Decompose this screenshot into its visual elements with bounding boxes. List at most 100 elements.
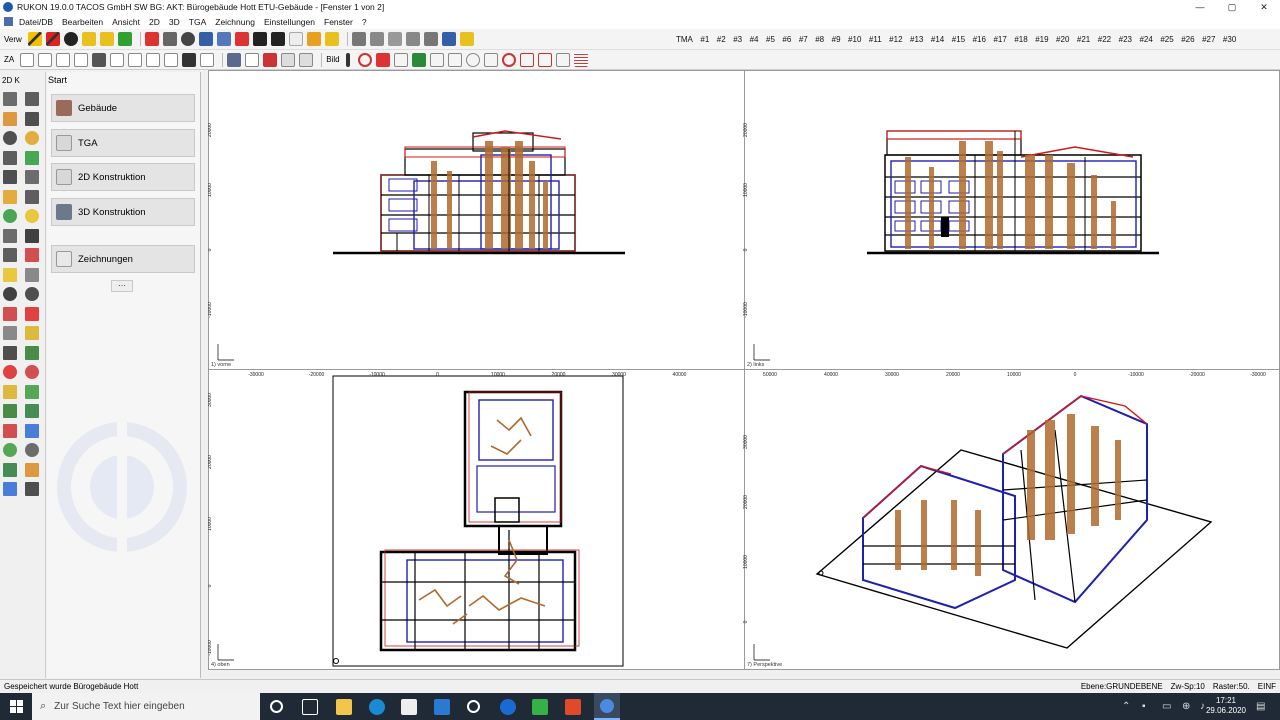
volume-icon[interactable]: ♪: [1200, 701, 1205, 712]
network-icon[interactable]: ⊕: [1182, 701, 1190, 712]
drawing-tab-n18[interactable]: #18: [1014, 35, 1027, 44]
gear-icon[interactable]: [63, 32, 78, 46]
drawing-tab-n8[interactable]: #8: [815, 35, 824, 44]
more-button[interactable]: ···: [111, 280, 133, 292]
zoom-icon[interactable]: [357, 52, 372, 67]
drawing-tab-n24[interactable]: #24: [1139, 35, 1152, 44]
eye-icon[interactable]: [180, 32, 195, 46]
2d-mode-icon[interactable]: [3, 482, 17, 496]
snap-tool-alt-icon[interactable]: [25, 345, 39, 360]
drawing-tab-n19[interactable]: #19: [1035, 35, 1048, 44]
monitor-icon[interactable]: [281, 52, 296, 67]
drawing-tab-n15[interactable]: #15: [952, 35, 965, 44]
save-icon[interactable]: [351, 32, 366, 46]
drawing-tab-n7[interactable]: #7: [799, 35, 808, 44]
magnify-icon[interactable]: [465, 52, 480, 67]
pages-icon[interactable]: [56, 52, 71, 67]
2d-mode-alt-icon[interactable]: [25, 482, 39, 496]
layers-icon[interactable]: [81, 32, 96, 46]
offset-tool-alt-icon[interactable]: [25, 209, 39, 223]
cube-icon[interactable]: [146, 52, 161, 67]
sphere-tool-alt-icon[interactable]: [25, 404, 39, 418]
frame-icon[interactable]: [20, 52, 35, 67]
circle-tool-icon[interactable]: [3, 131, 17, 145]
drawing-tab-n16[interactable]: #16: [973, 35, 986, 44]
zoom-all-icon[interactable]: [411, 52, 426, 67]
3d-construction-button[interactable]: 3D Konstruktion: [51, 198, 195, 226]
drawing-tab-n26[interactable]: #26: [1181, 35, 1194, 44]
maximize-button[interactable]: ▢: [1216, 0, 1248, 14]
drawing-tab-n1[interactable]: #1: [700, 35, 709, 44]
app-red-icon[interactable]: [565, 699, 581, 715]
viewport-top[interactable]: 4) oben: [208, 369, 745, 670]
circle-tool-alt-icon[interactable]: [25, 131, 39, 145]
delete-tool-icon[interactable]: [3, 365, 17, 379]
spell-icon[interactable]: [263, 52, 278, 67]
dimension-tool-alt-icon[interactable]: [25, 228, 39, 243]
drawing-tab-n30[interactable]: #30: [1223, 35, 1236, 44]
pie-tool-alt-icon[interactable]: [25, 423, 39, 438]
yinyang-tool-alt-icon[interactable]: [25, 384, 39, 399]
scissors-icon[interactable]: [144, 32, 159, 46]
line-yellow-icon[interactable]: [27, 32, 42, 46]
drawing-tab-n21[interactable]: #21: [1077, 35, 1090, 44]
snap-tool-icon[interactable]: [3, 345, 17, 360]
teamviewer-icon[interactable]: [500, 699, 516, 715]
pan-icon[interactable]: [393, 52, 408, 67]
app-green-icon[interactable]: [532, 699, 548, 715]
database-icon[interactable]: [198, 32, 213, 46]
drawing-tab-n12[interactable]: #12: [889, 35, 902, 44]
layer-tool-icon[interactable]: [3, 443, 17, 457]
frame-red-icon[interactable]: [519, 52, 534, 67]
move-icon[interactable]: [483, 52, 498, 67]
curve-tool-icon[interactable]: [3, 306, 17, 321]
menu-fenster[interactable]: Fenster: [324, 17, 353, 27]
drawing-tab-n14[interactable]: #14: [931, 35, 944, 44]
gebaeude-button[interactable]: Gebäude: [51, 94, 195, 122]
cross-tool-icon[interactable]: [3, 170, 17, 184]
drawing-tab-n13[interactable]: #13: [910, 35, 923, 44]
tray-chevron-icon[interactable]: ⌃: [1122, 701, 1130, 712]
text-icon[interactable]: [288, 32, 303, 46]
drawing-tab-n17[interactable]: #17: [993, 35, 1006, 44]
line-tool-alt-icon[interactable]: [25, 92, 39, 106]
menu-bearbeiten[interactable]: Bearbeiten: [62, 17, 103, 27]
mail-icon[interactable]: [434, 699, 450, 715]
zoom-fit-icon[interactable]: [447, 52, 462, 67]
raster-icon[interactable]: [573, 52, 588, 67]
close-button[interactable]: ✕: [1248, 0, 1280, 14]
db-blue-icon[interactable]: [441, 32, 456, 46]
tray-app-icon[interactable]: ▪: [1142, 701, 1146, 712]
menu-help[interactable]: ?: [362, 17, 367, 27]
curve-tool-alt-icon[interactable]: [25, 306, 39, 321]
drawing-tab-tma[interactable]: TMA: [676, 35, 693, 44]
edge-icon[interactable]: [369, 699, 385, 715]
rotate-icon[interactable]: [537, 52, 552, 67]
drop-icon[interactable]: [182, 52, 197, 67]
info-icon[interactable]: [345, 52, 350, 67]
menu-3d[interactable]: 3D: [169, 17, 180, 27]
dimension-tool-icon[interactable]: [3, 228, 17, 243]
clock[interactable]: 17:21 29.06.2020: [1206, 696, 1246, 716]
pie-tool-icon[interactable]: [3, 423, 17, 438]
pen-icon[interactable]: [270, 32, 285, 46]
drawing-tab-n27[interactable]: #27: [1202, 35, 1215, 44]
table-icon[interactable]: [245, 52, 260, 67]
group-tool-icon[interactable]: [3, 462, 17, 477]
hatch-tool-alt-icon[interactable]: [25, 189, 39, 204]
sphere-tool-icon[interactable]: [3, 404, 17, 418]
drawing-tab-n4[interactable]: #4: [750, 35, 759, 44]
rukon-taskbar-icon[interactable]: [594, 693, 620, 720]
print-icon[interactable]: [423, 32, 438, 46]
task-view-icon[interactable]: [302, 699, 318, 715]
polyline-tool-icon[interactable]: [3, 111, 17, 126]
drawing-tab-n23[interactable]: #23: [1119, 35, 1132, 44]
angle-tool-alt-icon[interactable]: [25, 248, 39, 262]
battery-icon[interactable]: ▭: [1162, 701, 1171, 712]
list-icon[interactable]: [216, 32, 231, 46]
start-button[interactable]: [0, 693, 32, 720]
book-icon[interactable]: [92, 52, 107, 67]
window-icon[interactable]: [110, 52, 125, 67]
hatch-tool-icon[interactable]: [3, 189, 17, 204]
paste-icon[interactable]: [387, 32, 402, 46]
